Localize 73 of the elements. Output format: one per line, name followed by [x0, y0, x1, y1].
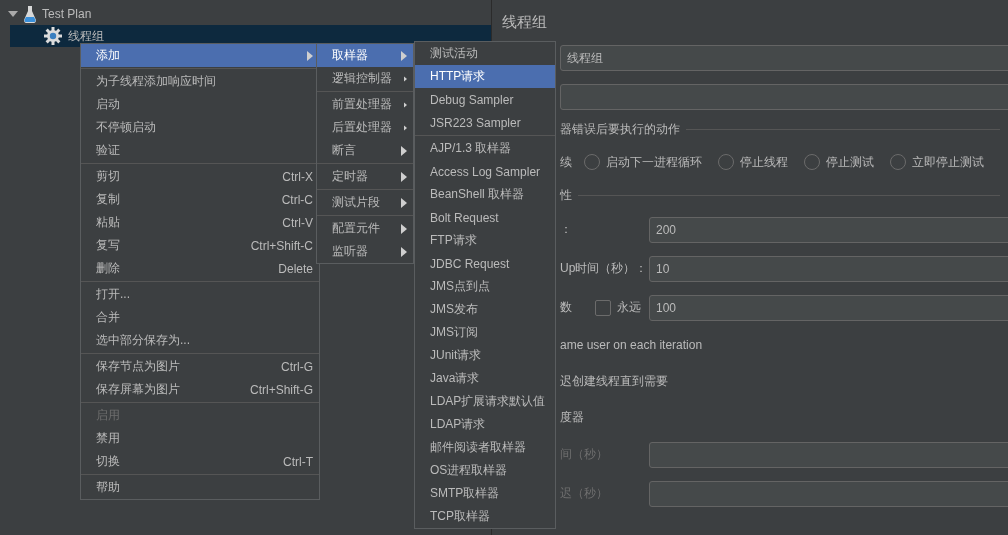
menu-item[interactable]: 帮助 — [81, 476, 319, 499]
menu-item[interactable]: HTTP请求 — [415, 65, 555, 88]
menu-item[interactable]: 剪切 Ctrl-X — [81, 165, 319, 188]
menu-item[interactable]: 断言 — [317, 139, 413, 162]
menu-item[interactable]: 保存节点为图片 Ctrl-G — [81, 355, 319, 378]
radio-option[interactable]: 启动下一进程循环 — [584, 153, 702, 171]
input-field[interactable]: 100 — [649, 294, 1008, 321]
radio-option[interactable]: 停止测试 — [804, 153, 874, 171]
radio-option[interactable]: 停止线程 — [718, 153, 788, 171]
menu-item[interactable]: SMTP取样器 — [415, 482, 555, 505]
menu-item[interactable]: 定时器 — [317, 165, 413, 188]
input-field[interactable] — [649, 441, 1008, 468]
forever-checkbox[interactable]: 永远 — [595, 299, 641, 316]
gear-icon — [44, 27, 62, 45]
expand-caret-icon[interactable] — [8, 10, 18, 18]
input-field[interactable]: 200 — [649, 216, 1008, 243]
menu-item[interactable]: 选中部分保存为... — [81, 329, 319, 352]
menu-item[interactable]: 启动 — [81, 93, 319, 116]
menu-item[interactable]: Access Log Sampler — [415, 160, 555, 183]
menu-item[interactable]: 取样器 — [317, 44, 413, 67]
menu-item[interactable]: 逻辑控制器 — [317, 67, 413, 90]
menu-item[interactable]: 删除 Delete — [81, 257, 319, 280]
menu-item[interactable]: 后置处理器 — [317, 116, 413, 139]
menu-item[interactable]: TCP取样器 — [415, 505, 555, 528]
menu-item[interactable]: AJP/1.3 取样器 — [415, 137, 555, 160]
field-label: 数 — [560, 299, 572, 316]
menu-item[interactable]: Java请求 — [415, 367, 555, 390]
fieldset-legend: 性 — [560, 186, 572, 204]
field-label: Up时间（秒）： — [560, 260, 648, 277]
menu-item[interactable]: Debug Sampler — [415, 88, 555, 111]
menu-item[interactable]: FTP请求 — [415, 229, 555, 252]
panel-title: 线程组 — [502, 12, 547, 32]
menu-item[interactable]: 为子线程添加响应时间 — [81, 70, 319, 93]
menu-item[interactable]: JDBC Request — [415, 252, 555, 275]
input-field[interactable]: 10 — [649, 255, 1008, 282]
name-field[interactable]: 线程组 — [560, 45, 1008, 71]
field-label: ： — [560, 221, 572, 238]
menu-item[interactable]: 复制 Ctrl-C — [81, 188, 319, 211]
input-field[interactable] — [649, 480, 1008, 507]
menu-item[interactable]: JMS订阅 — [415, 321, 555, 344]
menu-item[interactable]: JSR223 Sampler — [415, 111, 555, 134]
menu-item[interactable]: 配置元件 — [317, 217, 413, 240]
flask-icon — [24, 5, 36, 23]
menu-item[interactable]: JMS发布 — [415, 298, 555, 321]
menu-item[interactable]: 监听器 — [317, 240, 413, 263]
menu-item[interactable]: 前置处理器 — [317, 93, 413, 116]
menu-item[interactable]: BeanShell 取样器 — [415, 183, 555, 206]
menu-item[interactable]: 打开... — [81, 283, 319, 306]
menu-item[interactable]: 粘贴 Ctrl-V — [81, 211, 319, 234]
option-label: ame user on each iteration — [560, 338, 703, 352]
menu-item[interactable]: Bolt Request — [415, 206, 555, 229]
menu-item[interactable]: 验证 — [81, 139, 319, 162]
comment-field[interactable] — [560, 84, 1008, 110]
menu-item[interactable]: JUnit请求 — [415, 344, 555, 367]
menu-item[interactable]: 复写 Ctrl+Shift-C — [81, 234, 319, 257]
menu-item[interactable]: 测试片段 — [317, 191, 413, 214]
option-label: 度器 — [560, 408, 584, 426]
menu-item[interactable]: OS进程取样器 — [415, 459, 555, 482]
tree-row[interactable]: Test Plan — [0, 3, 491, 25]
menu-item[interactable]: LDAP请求 — [415, 413, 555, 436]
menu-item[interactable]: 禁用 — [81, 427, 319, 450]
radio-label: 续 — [560, 153, 572, 171]
radio-option[interactable]: 立即停止测试 — [890, 153, 984, 171]
menu-item[interactable]: 不停顿启动 — [81, 116, 319, 139]
fieldset-legend: 器错误后要执行的动作 — [560, 120, 680, 138]
menu-item[interactable]: 保存屏幕为图片 Ctrl+Shift-G — [81, 378, 319, 401]
option-label: 迟创建线程直到需要 — [560, 372, 668, 390]
menu-item[interactable]: 邮件阅读者取样器 — [415, 436, 555, 459]
menu-item[interactable]: 切换 Ctrl-T — [81, 450, 319, 473]
menu-item[interactable]: JMS点到点 — [415, 275, 555, 298]
menu-item[interactable]: LDAP扩展请求默认值 — [415, 390, 555, 413]
menu-item[interactable]: 合并 — [81, 306, 319, 329]
menu-item[interactable]: 添加 — [81, 44, 319, 67]
